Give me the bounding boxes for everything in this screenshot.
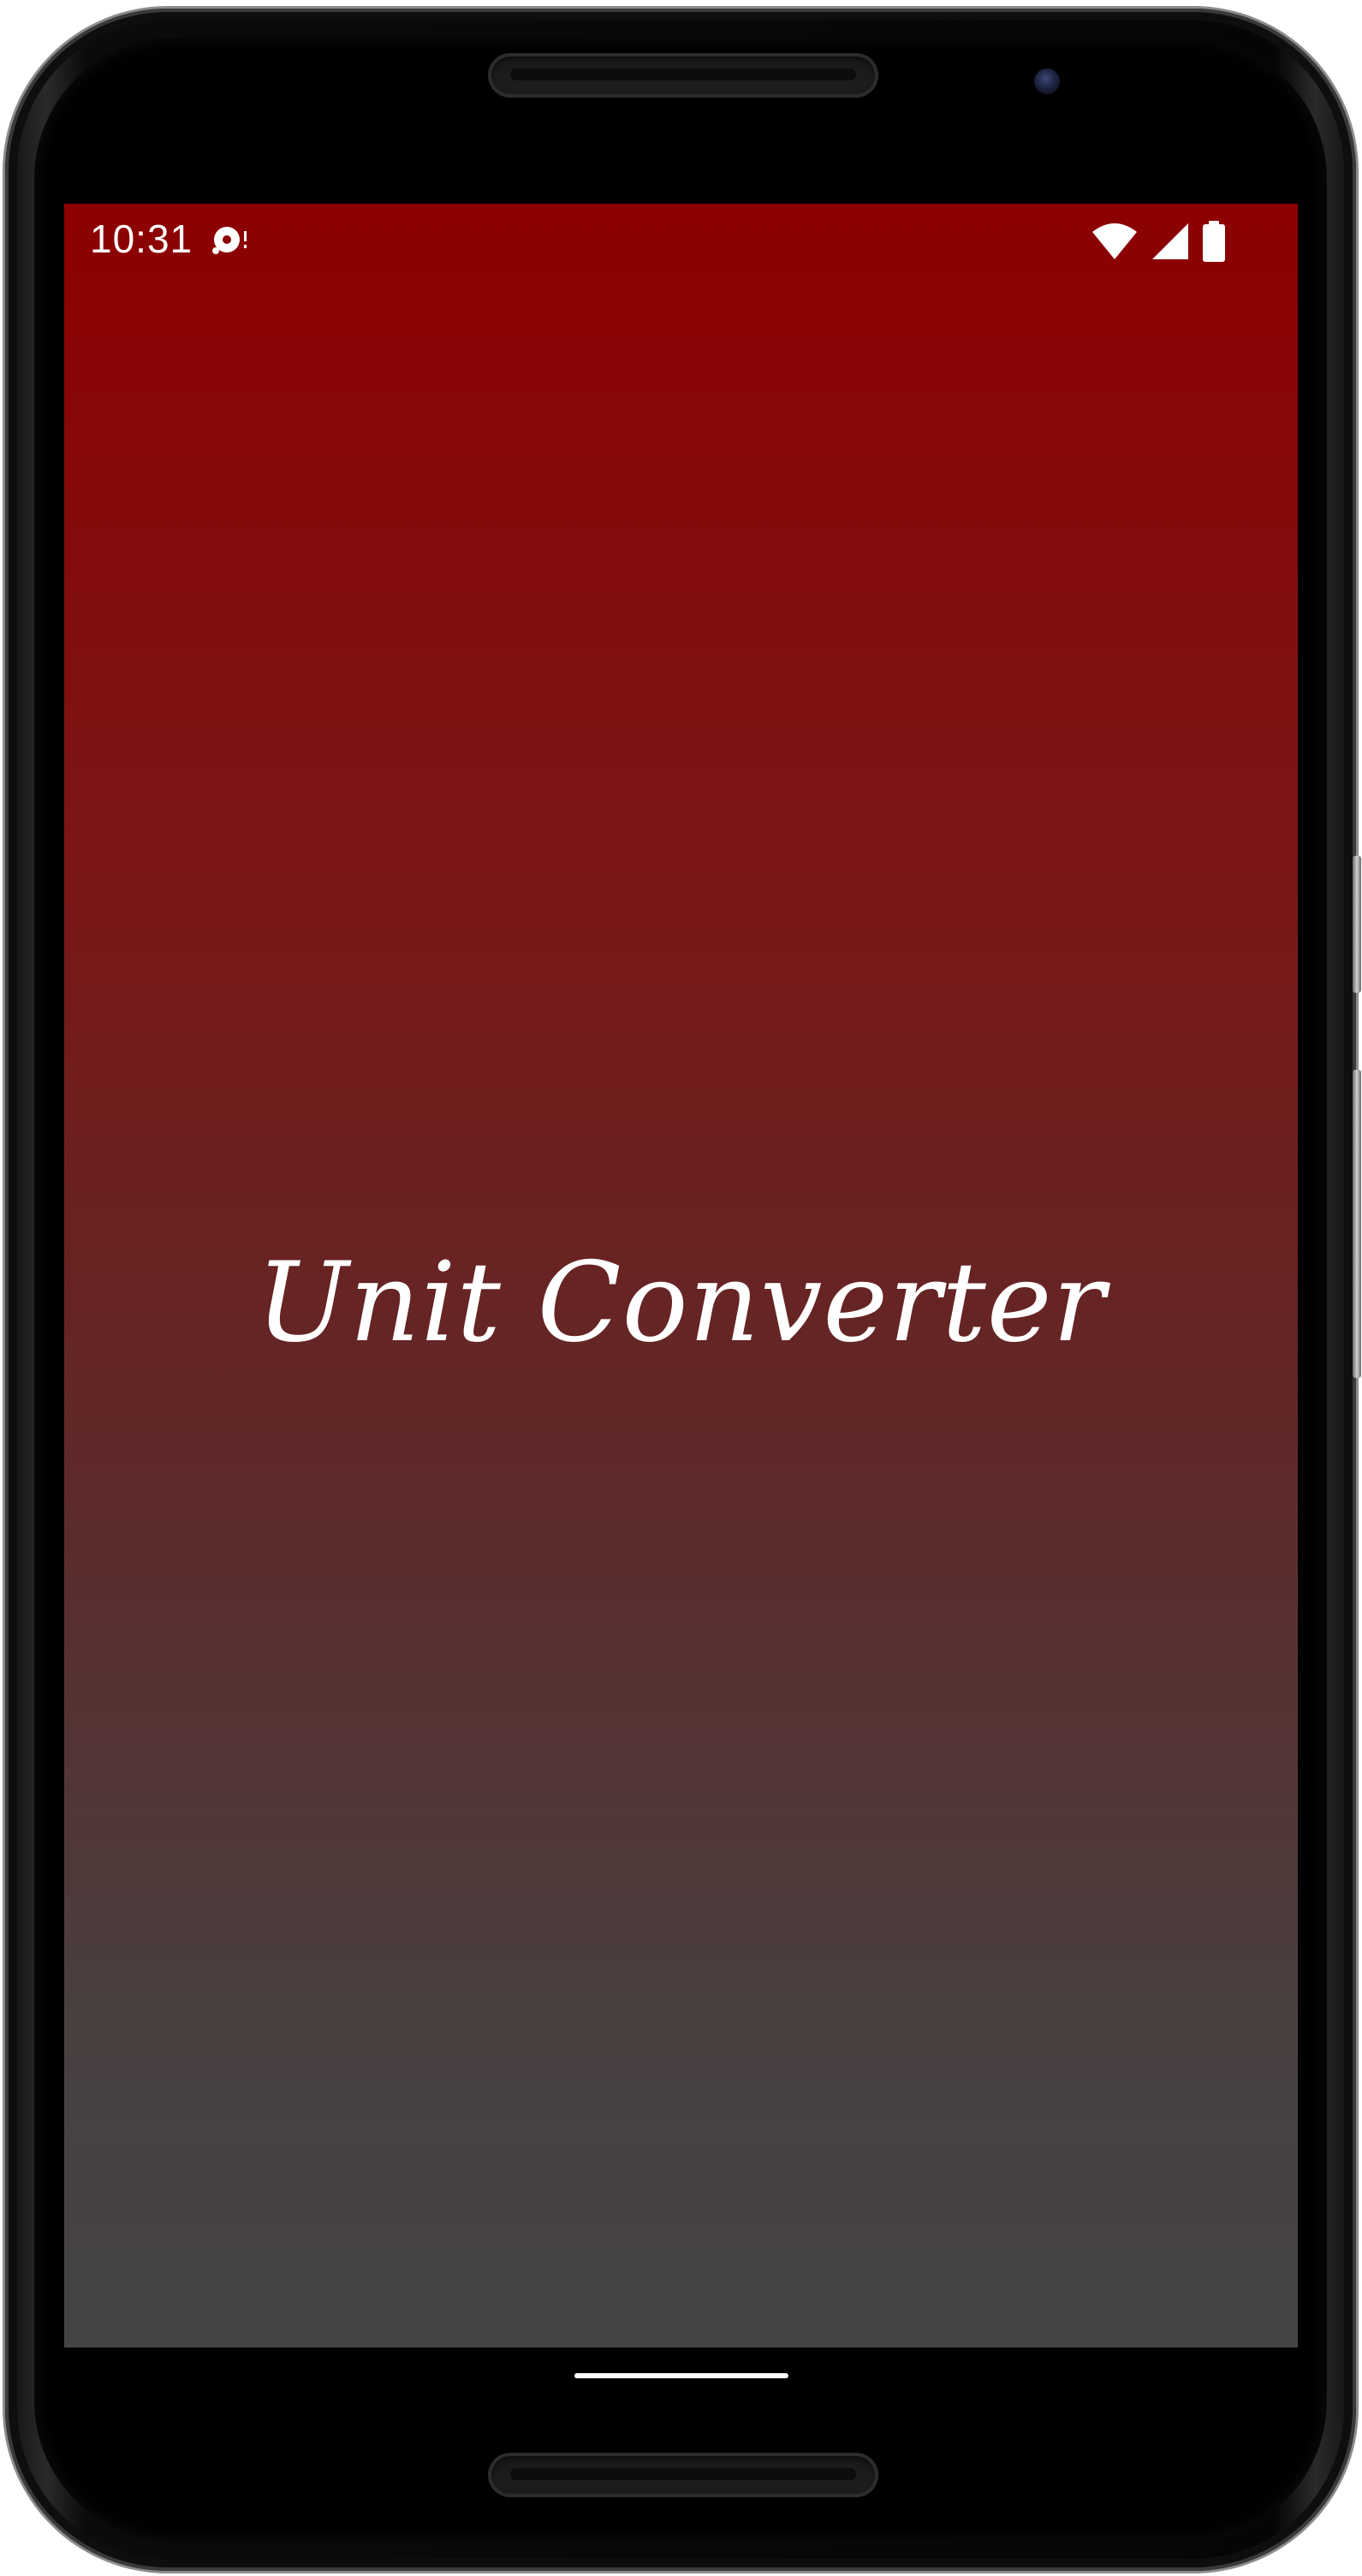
bottom-speaker-icon xyxy=(488,2453,878,2497)
volume-button xyxy=(1353,856,1361,993)
app-screen: 10:31 Unit Converter xyxy=(64,204,1298,2347)
status-icons xyxy=(1091,221,1226,265)
status-bar: 10:31 xyxy=(64,204,1298,282)
power-button xyxy=(1353,1070,1361,1378)
media-notification-icon xyxy=(210,223,251,260)
front-camera-icon xyxy=(1034,68,1060,94)
app-title: Unit Converter xyxy=(256,1239,1106,1367)
battery-icon xyxy=(1202,221,1226,265)
wifi-icon xyxy=(1091,222,1139,264)
gesture-home-handle-icon[interactable] xyxy=(574,2373,788,2378)
cell-signal-icon xyxy=(1151,222,1190,264)
top-speaker-icon xyxy=(488,53,878,98)
navigation-bar xyxy=(64,2347,1298,2425)
status-time: 10:31 xyxy=(90,217,193,261)
